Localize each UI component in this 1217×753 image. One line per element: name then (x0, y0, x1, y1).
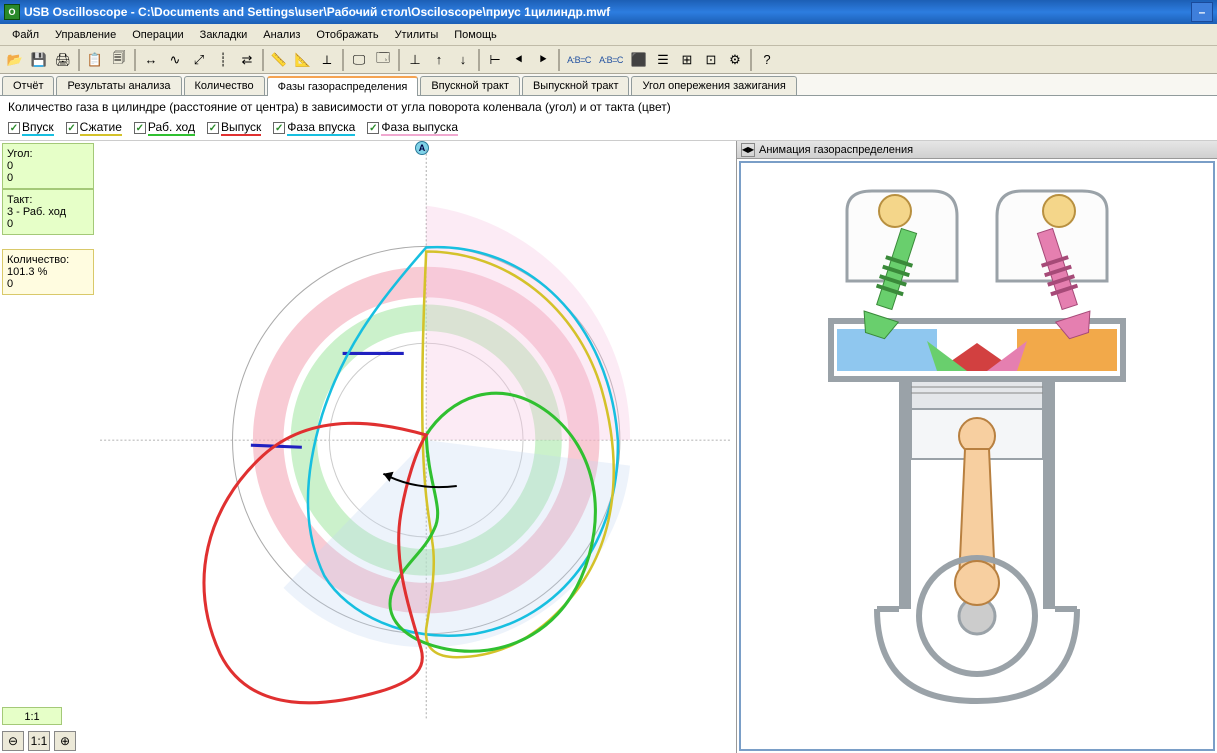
mark-green-icon[interactable]: ⬛ (628, 49, 650, 71)
check-icon[interactable]: ✓ (8, 122, 20, 134)
zoom-reset-button[interactable]: 1:1 (28, 731, 50, 751)
zoom-in-button[interactable]: ⊕ (54, 731, 76, 751)
trig2-icon[interactable]: ⊢ (484, 49, 506, 71)
legend-label: Выпуск (221, 120, 261, 136)
menu-file[interactable]: Файл (4, 27, 47, 43)
settings-icon[interactable]: ⚙ (724, 49, 746, 71)
app-icon: O (4, 4, 20, 20)
collapse-toggle-icon[interactable]: ◀▶ (741, 143, 755, 157)
info-angle: Угол: 0 0 (2, 143, 94, 189)
tab-quantity[interactable]: Количество (184, 76, 265, 95)
animation-pane-title: Анимация газораспределения (759, 144, 913, 156)
legend-power[interactable]: ✓ Раб. ход (134, 120, 195, 136)
copy2-icon[interactable]: 🗐 (108, 49, 130, 71)
check-icon[interactable]: ✓ (207, 122, 219, 134)
engine-animation (739, 161, 1215, 751)
tab-analysis-results[interactable]: Результаты анализа (56, 76, 181, 95)
ruler1-icon[interactable]: 📏 (268, 49, 290, 71)
info-stroke-label: Такт: (7, 194, 89, 206)
legend-label: Фаза впуска (287, 120, 355, 136)
info-stroke-val1: 3 - Раб. ход (7, 206, 89, 218)
info-stroke: Такт: 3 - Раб. ход 0 (2, 189, 94, 235)
zoom-ratio: 1:1 (2, 707, 62, 725)
polar-plot (100, 145, 732, 725)
info-quantity-label: Количество: (7, 254, 89, 266)
open-icon[interactable]: 📂 (4, 49, 26, 71)
nav-icon[interactable]: ⇄ (236, 49, 258, 71)
save-icon[interactable]: 💾 (28, 49, 50, 71)
info-quantity-val2: 0 (7, 278, 89, 290)
info-quantity: Количество: 101.3 % 0 (2, 249, 94, 295)
chart-caption: Количество газа в цилиндре (расстояние о… (0, 96, 1217, 118)
zoom-out-button[interactable]: ⊖ (2, 731, 24, 751)
tab-exhaust[interactable]: Выпускной тракт (522, 76, 630, 95)
mark-ab-icon[interactable]: A:B=C (564, 49, 594, 71)
wave-icon[interactable]: ∿ (164, 49, 186, 71)
back-icon[interactable]: ⯇ (508, 49, 530, 71)
display1-icon[interactable]: 🖵 (348, 49, 370, 71)
down-icon[interactable]: ↓ (452, 49, 474, 71)
view2-icon[interactable]: ⊡ (700, 49, 722, 71)
info-angle-label: Угол: (7, 148, 89, 160)
up-icon[interactable]: ↑ (428, 49, 450, 71)
window-title: USB Oscilloscope - C:\Documents and Sett… (24, 5, 610, 19)
tab-report[interactable]: Отчёт (2, 76, 54, 95)
copy-icon[interactable]: 📋 (84, 49, 106, 71)
tab-ignition-angle[interactable]: Угол опережения зажигания (631, 76, 796, 95)
legend-intake[interactable]: ✓ Впуск (8, 120, 54, 136)
tab-gas-phases[interactable]: Фазы газораспределения (267, 76, 419, 96)
check-icon[interactable]: ✓ (273, 122, 285, 134)
zoomfit-icon[interactable]: ⤢ (188, 49, 210, 71)
info-quantity-val1: 101.3 % (7, 266, 89, 278)
legend-label: Фаза выпуска (381, 120, 458, 136)
polar-chart-pane: Угол: 0 0 Такт: 3 - Раб. ход 0 Количеств… (0, 141, 737, 753)
menu-bookmarks[interactable]: Закладки (192, 27, 256, 43)
menu-display[interactable]: Отображать (308, 27, 386, 43)
check-icon[interactable]: ✓ (367, 122, 379, 134)
pan-icon[interactable]: ↔ (140, 49, 162, 71)
ruler3-icon[interactable]: ⟂ (316, 49, 338, 71)
check-icon[interactable]: ✓ (66, 122, 78, 134)
ruler2-icon[interactable]: 📐 (292, 49, 314, 71)
help-icon[interactable]: ? (756, 49, 778, 71)
cursor-icon[interactable]: ┊ (212, 49, 234, 71)
minimize-button[interactable]: – (1191, 2, 1213, 22)
legend-label: Впуск (22, 120, 54, 136)
info-angle-val1: 0 (7, 160, 89, 172)
menu-operations[interactable]: Операции (124, 27, 191, 43)
legend-exhaust-phase[interactable]: ✓ Фаза выпуска (367, 120, 458, 136)
display2-icon[interactable]: 🗔 (372, 49, 394, 71)
legend-label: Раб. ход (148, 120, 195, 136)
mark-ab2-icon[interactable]: A:B=C (596, 49, 626, 71)
legend-intake-phase[interactable]: ✓ Фаза впуска (273, 120, 355, 136)
table-icon[interactable]: ☰ (652, 49, 674, 71)
menu-help[interactable]: Помощь (446, 27, 505, 43)
trig1-icon[interactable]: ⊥ (404, 49, 426, 71)
info-stroke-val2: 0 (7, 218, 89, 230)
legend-compression[interactable]: ✓ Сжатие (66, 120, 122, 136)
view1-icon[interactable]: ⊞ (676, 49, 698, 71)
legend-label: Сжатие (80, 120, 122, 136)
fwd-icon[interactable]: ⯈ (532, 49, 554, 71)
legend-exhaust[interactable]: ✓ Выпуск (207, 120, 261, 136)
info-angle-val2: 0 (7, 172, 89, 184)
tab-intake[interactable]: Впускной тракт (420, 76, 520, 95)
print-icon[interactable]: 🖨 (52, 49, 74, 71)
menu-control[interactable]: Управление (47, 27, 124, 43)
check-icon[interactable]: ✓ (134, 122, 146, 134)
menu-utilities[interactable]: Утилиты (387, 27, 447, 43)
menu-analysis[interactable]: Анализ (255, 27, 308, 43)
